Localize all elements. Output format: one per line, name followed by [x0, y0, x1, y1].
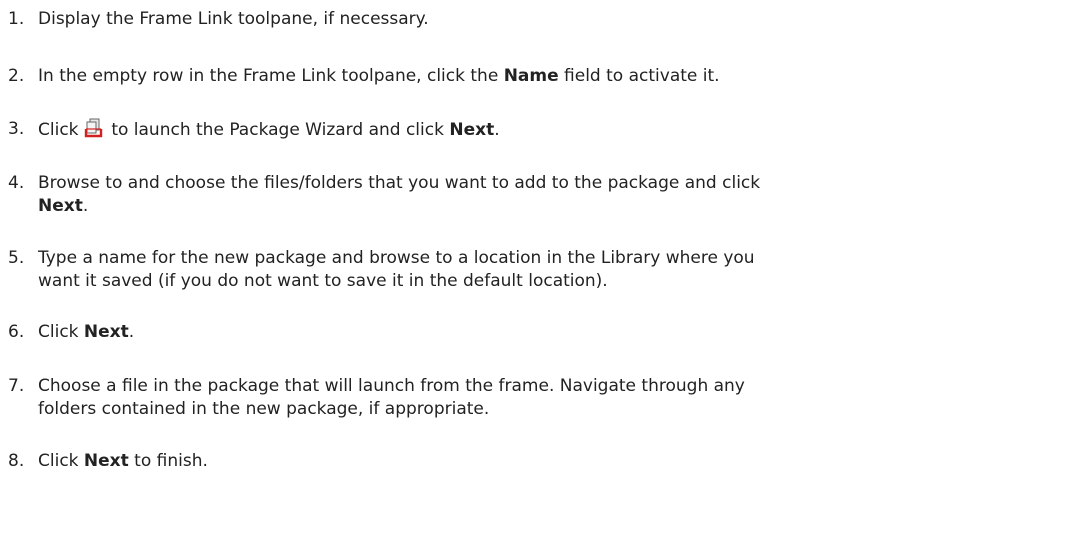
package-wizard-icon[interactable] — [84, 118, 104, 138]
step-3: 3. Click to launch the Package Wizard an… — [8, 118, 1083, 142]
step-text-line: folders contained in the new package, if… — [38, 399, 490, 419]
step-text-post: . — [128, 322, 135, 342]
step-6: 6. Click Next. — [8, 321, 1083, 344]
step-text: Choose a file in the package that will l… — [38, 375, 1083, 421]
step-2: 2. In the empty row in the Frame Link to… — [8, 65, 1083, 88]
ui-term-next: Next — [83, 451, 129, 471]
step-text-post: . — [82, 196, 89, 216]
step-text-line: Type a name for the new package and brow… — [38, 248, 755, 268]
ui-term-next: Next — [38, 196, 83, 216]
step-7: 7. Choose a file in the package that wil… — [8, 375, 1083, 421]
step-1: 1. Display the Frame Link toolpane, if n… — [8, 8, 1083, 31]
step-text-line: want it saved (if you do not want to sav… — [38, 271, 608, 291]
step-5: 5. Type a name for the new package and b… — [8, 247, 1083, 293]
step-number: 7. — [8, 376, 25, 396]
step-text: Browse to and choose the files/folders t… — [38, 172, 1083, 218]
ui-term-next: Next — [83, 322, 129, 342]
step-8: 8. Click Next to finish. — [8, 450, 1083, 473]
step-number: 2. — [8, 66, 25, 86]
step-number: 5. — [8, 248, 25, 268]
ui-term-name: Name — [503, 66, 559, 86]
step-number: 3. — [8, 119, 25, 139]
step-text-post: . — [494, 120, 500, 140]
step-text-line: Choose a file in the package that will l… — [38, 376, 745, 396]
step-number: 1. — [8, 9, 25, 29]
step-text-mid: to launch the Package Wizard and click — [105, 120, 450, 140]
procedure-steps: 1. Display the Frame Link toolpane, if n… — [0, 0, 1091, 533]
step-text-post: to finish. — [128, 451, 208, 471]
step-number: 4. — [8, 173, 25, 193]
step-text-pre: Click — [38, 120, 84, 140]
step-text: Click Next. — [38, 321, 1083, 344]
step-text-post: field to activate it. — [558, 66, 720, 86]
step-text: In the empty row in the Frame Link toolp… — [38, 65, 1083, 88]
step-text-pre: Click — [38, 322, 84, 342]
step-text-pre: Click — [38, 451, 84, 471]
step-text: Click to launch the Package Wizard and c… — [38, 118, 1083, 142]
ui-term-next: Next — [449, 120, 495, 140]
step-text: Click Next to finish. — [38, 450, 1083, 473]
step-text-pre: Browse to and choose the files/folders t… — [38, 173, 761, 193]
step-number: 6. — [8, 322, 25, 342]
step-text-pre: In the empty row in the Frame Link toolp… — [38, 66, 504, 86]
step-4: 4. Browse to and choose the files/folder… — [8, 172, 1083, 218]
step-number: 8. — [8, 451, 25, 471]
step-text: Type a name for the new package and brow… — [38, 247, 1083, 293]
step-text: Display the Frame Link toolpane, if nece… — [38, 9, 429, 29]
